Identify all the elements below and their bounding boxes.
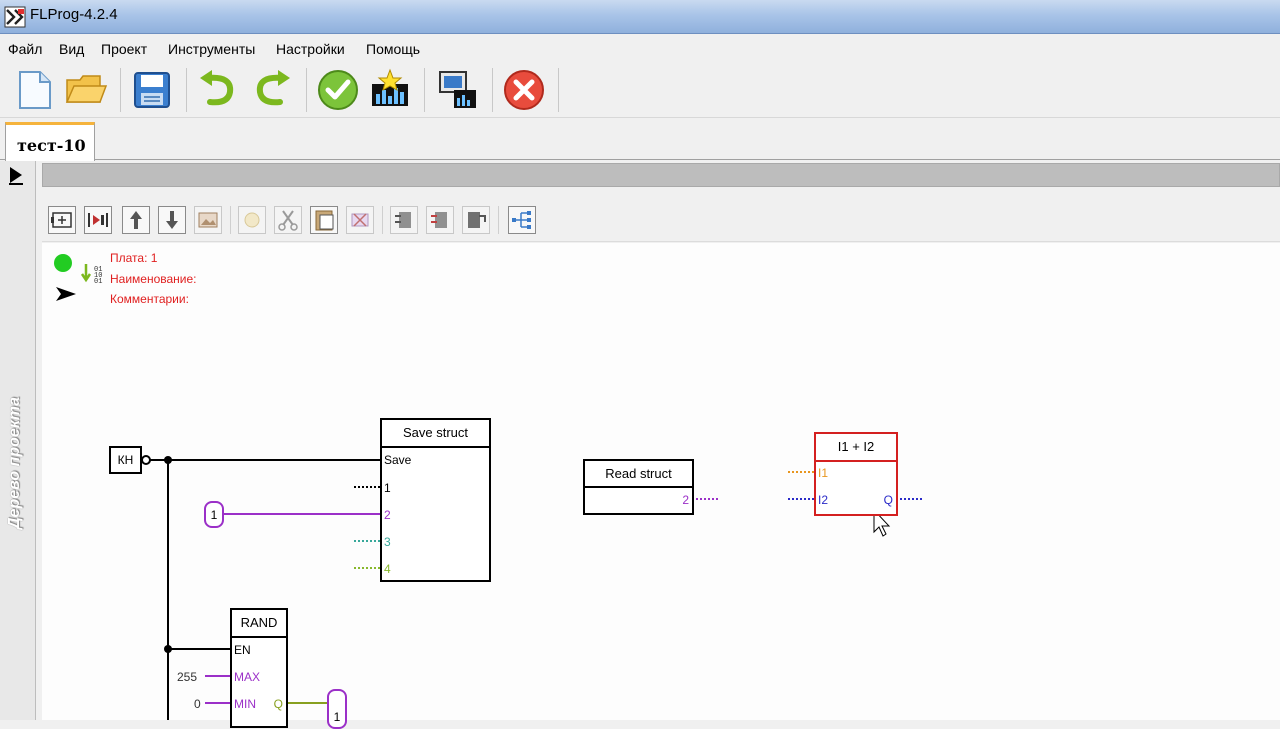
project-tree-label: Дерево проекта xyxy=(6,396,23,529)
align-right-icon[interactable] xyxy=(462,206,490,234)
rand-min-value: 0 xyxy=(194,697,201,711)
board-comment: Комментарии: xyxy=(110,292,189,306)
sum-block[interactable]: I1 + I2 I1 I2 Q xyxy=(814,432,898,516)
board-name: Наименование: xyxy=(110,272,197,286)
close-project-icon[interactable] xyxy=(502,68,546,112)
save-struct-block[interactable]: Save struct Save 1 2 3 4 xyxy=(380,418,491,582)
tab-label: тест-10 xyxy=(17,136,86,155)
menu-help[interactable]: Помощь xyxy=(366,41,420,57)
rand-pin-q[interactable]: Q xyxy=(274,697,283,711)
new-document-icon[interactable] xyxy=(12,68,56,112)
project-tabs: тест-10 xyxy=(0,118,1280,161)
align-left-icon[interactable] xyxy=(390,206,418,234)
main-toolbar xyxy=(0,62,1280,118)
add-network-icon[interactable] xyxy=(84,206,112,234)
constant-2-block[interactable]: 1 xyxy=(327,689,347,729)
read-struct-block[interactable]: Read struct 2 xyxy=(583,459,694,515)
project-tree-sidebar[interactable]: Дерево проекта xyxy=(0,161,36,720)
undo-arrow-icon[interactable] xyxy=(196,68,240,112)
cut-icon[interactable] xyxy=(274,206,302,234)
open-folder-icon[interactable] xyxy=(64,68,108,112)
verify-check-icon[interactable] xyxy=(316,68,360,112)
floppy-disk-icon[interactable] xyxy=(130,68,174,112)
menu-project[interactable]: Проект xyxy=(101,41,147,57)
rand-block-title: RAND xyxy=(232,610,286,638)
download-binary-icon[interactable]: 01 10 01 xyxy=(80,262,106,286)
sum-block-title: I1 + I2 xyxy=(816,434,896,462)
rand-block[interactable]: RAND EN MAX MIN Q xyxy=(230,608,288,728)
delete-icon[interactable] xyxy=(346,206,374,234)
pointer-arrow-icon[interactable] xyxy=(54,285,78,303)
paste-icon[interactable] xyxy=(310,206,338,234)
button-block-label: КН xyxy=(117,453,134,467)
redo-arrow-icon[interactable] xyxy=(250,68,294,112)
copy-icon[interactable] xyxy=(238,206,266,234)
move-down-icon[interactable] xyxy=(158,206,186,234)
sum-pin-q[interactable]: Q xyxy=(884,493,893,507)
image-icon[interactable] xyxy=(194,206,222,234)
read-struct-pin-out[interactable]: 2 xyxy=(682,493,689,507)
constant-1-value: 1 xyxy=(210,508,218,522)
network-tree-icon[interactable] xyxy=(508,206,536,234)
svg-text:01: 01 xyxy=(94,278,102,286)
rand-max-value: 255 xyxy=(177,670,198,684)
constant-2-value: 1 xyxy=(333,710,341,724)
save-struct-title: Save struct xyxy=(382,420,489,448)
read-struct-title: Read struct xyxy=(585,461,692,488)
add-block-icon[interactable] xyxy=(48,206,76,234)
menu-view[interactable]: Вид xyxy=(59,41,84,57)
rand-pin-max[interactable]: MAX xyxy=(234,670,260,684)
expand-bar xyxy=(9,183,23,185)
upload-computer-icon[interactable] xyxy=(436,68,480,112)
save-struct-pin-2[interactable]: 2 xyxy=(384,508,391,522)
save-struct-pin-save[interactable]: Save xyxy=(384,453,411,467)
align-center-icon[interactable] xyxy=(426,206,454,234)
board-header-bar xyxy=(42,163,1280,187)
button-block[interactable]: КН xyxy=(109,446,142,474)
menu-file[interactable]: Файл xyxy=(8,41,42,57)
menu-settings[interactable]: Настройки xyxy=(276,41,345,57)
save-struct-pin-1[interactable]: 1 xyxy=(384,481,391,495)
constant-1-block[interactable]: 1 xyxy=(204,501,224,528)
compile-board-icon[interactable] xyxy=(368,68,412,112)
board-plate: Плата: 1 xyxy=(110,251,158,265)
sum-pin-i2[interactable]: I2 xyxy=(818,493,828,507)
title-bar: FLProg-4.2.4 xyxy=(0,0,1280,34)
window-title: FLProg-4.2.4 xyxy=(30,6,118,23)
menu-tools[interactable]: Инструменты xyxy=(168,41,255,57)
editor-toolbar xyxy=(42,198,1280,242)
save-struct-pin-4[interactable]: 4 xyxy=(384,562,391,576)
move-up-icon[interactable] xyxy=(122,206,150,234)
rand-pin-min[interactable]: MIN xyxy=(234,697,256,711)
tab-test-10[interactable]: тест-10 xyxy=(5,122,95,161)
rand-pin-en[interactable]: EN xyxy=(234,643,251,657)
expand-arrow-icon[interactable] xyxy=(10,167,22,183)
sum-pin-i1[interactable]: I1 xyxy=(818,466,828,480)
app-logo-icon xyxy=(4,6,26,28)
save-struct-pin-3[interactable]: 3 xyxy=(384,535,391,549)
menu-bar: Файл Вид Проект Инструменты Настройки По… xyxy=(0,35,1280,62)
status-green-dot-icon xyxy=(54,254,72,272)
